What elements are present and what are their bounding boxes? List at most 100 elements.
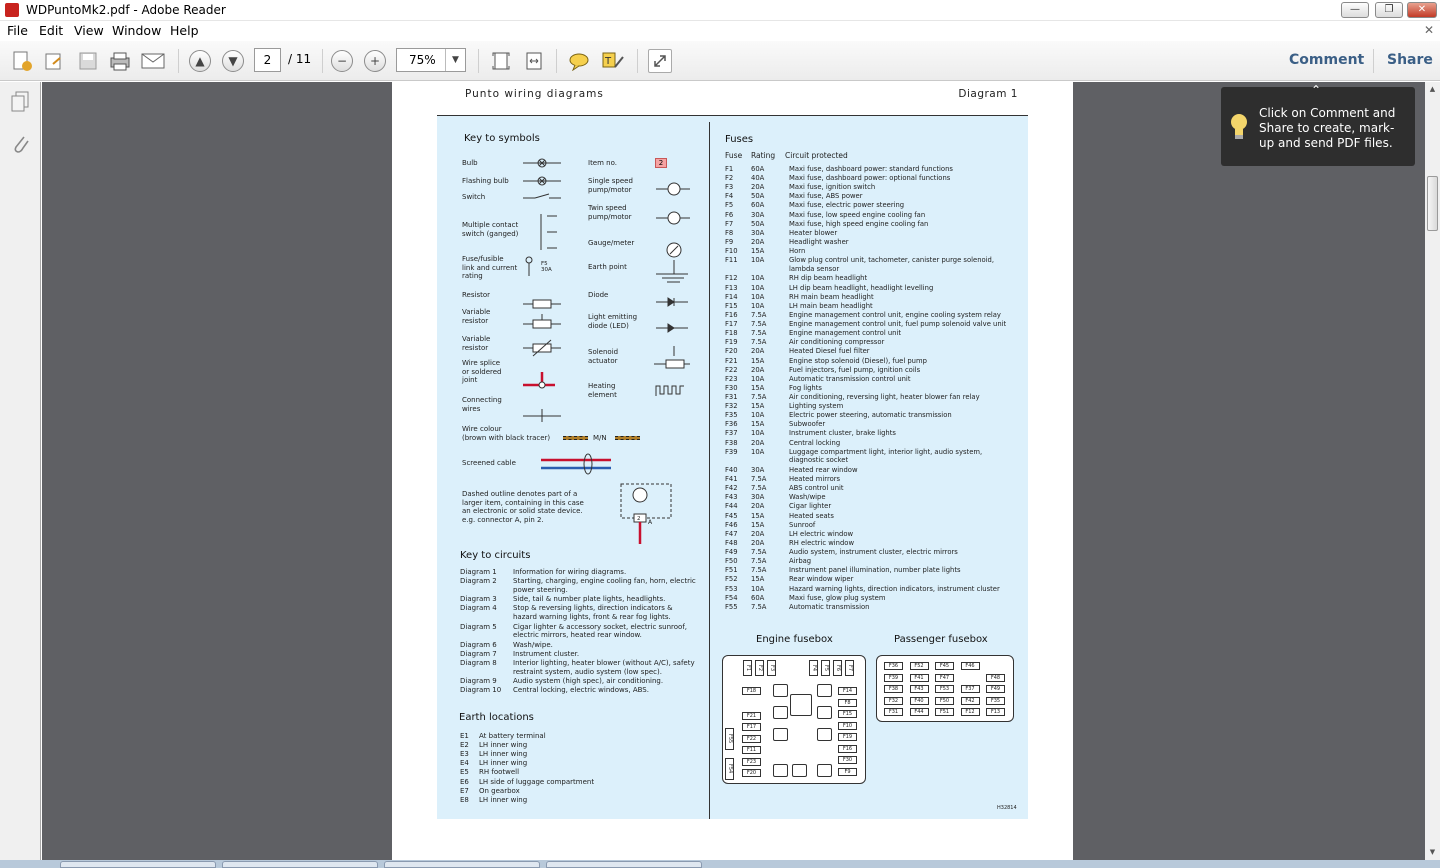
fuse-slot: F23: [742, 757, 761, 766]
fuse-row: F31 7.5A Air conditioning, reversing light…: [725, 393, 1025, 402]
create-pdf-icon[interactable]: [10, 49, 34, 73]
collapse-caret-icon[interactable]: ⌃: [1311, 83, 1321, 97]
page-total: / 11: [288, 52, 312, 66]
fuse-id: F40: [725, 465, 738, 474]
fuse-row: F52 15A Rear window wiper: [725, 575, 1025, 584]
fuse-row: F49 7.5A Audio system, instrument cluster,…: [725, 548, 1025, 557]
earth-id: E7: [460, 786, 469, 795]
fuse-circuit: RH dip beam headlight: [789, 274, 868, 283]
scroll-thumb[interactable]: [1427, 176, 1438, 231]
fuse-id: F15: [725, 301, 738, 310]
relay-socket: [773, 706, 788, 719]
symbol-label: Wire splice or soldered joint: [462, 359, 502, 385]
fuse-rating: 10A: [751, 274, 765, 283]
fuse-id: F49: [725, 548, 738, 557]
scroll-down-icon[interactable]: ▼: [1425, 845, 1440, 860]
fuse-circuit: LH main beam headlight: [789, 301, 873, 310]
attachments-icon[interactable]: [8, 132, 32, 156]
circuit-description: Information for wiring diagrams.: [513, 568, 627, 576]
symbol-glyphs-left: [523, 158, 561, 422]
fuse-rating: 50A: [751, 192, 765, 201]
fit-width-icon[interactable]: [522, 49, 546, 73]
earth-id: E6: [460, 777, 469, 786]
zoom-out-button[interactable]: −: [330, 49, 354, 73]
menu-file[interactable]: File: [7, 23, 28, 38]
symbol-label: Flashing bulb: [462, 177, 509, 185]
maximize-button[interactable]: ❐: [1375, 2, 1403, 18]
fuse-row: F2 40A Maxi fuse, dashboard power: optiona…: [725, 174, 1025, 183]
close-button[interactable]: ✕: [1407, 2, 1437, 18]
fuse-slot: F22: [742, 734, 761, 743]
next-page-button[interactable]: ▼: [221, 49, 245, 73]
earth-location: LH inner wing: [479, 795, 528, 804]
open-icon[interactable]: [42, 49, 66, 73]
zoom-in-button[interactable]: +: [363, 49, 387, 73]
column-divider: [709, 122, 710, 819]
menu-view[interactable]: View: [74, 23, 104, 38]
circuit-diagram-label: Diagram 7: [460, 649, 497, 658]
fuse-row: F35 10A Electric power steering, automatic…: [725, 411, 1025, 420]
fuse-rating: 30A: [751, 493, 765, 502]
email-icon[interactable]: [141, 49, 165, 73]
dashed-outline-note: Dashed outline denotes part of a larger …: [462, 490, 584, 524]
fuse-row: F47 20A LH electric window: [725, 530, 1025, 539]
fuse-circuit: Subwoofer: [789, 420, 826, 429]
arrow-down-icon: ▼: [222, 50, 244, 72]
fuse-rating: 15A: [751, 575, 765, 584]
previous-page-button[interactable]: ▲: [188, 49, 212, 73]
relay-socket: [817, 764, 832, 777]
fuses-title: Fuses: [725, 134, 754, 145]
read-mode-icon[interactable]: [648, 49, 672, 73]
earth-location: On gearbox: [479, 786, 520, 795]
connector-letter: A: [648, 519, 653, 526]
fuse-row: F48 20A RH electric window: [725, 539, 1025, 548]
comment-button[interactable]: Comment: [1289, 52, 1364, 68]
fuse-slot: F30: [838, 756, 857, 764]
close-document-icon[interactable]: ✕: [1424, 23, 1434, 37]
page-number-input[interactable]: 2: [254, 48, 281, 72]
circuit-diagram-label: Diagram 10: [460, 686, 502, 695]
fuse-circuit: RH main beam headlight: [789, 292, 874, 301]
fuse-id: F19: [725, 338, 738, 347]
sticky-note-icon[interactable]: [567, 49, 591, 73]
earth-location: LH inner wing: [479, 741, 528, 750]
fuse-circuit: Air conditioning, reversing light, heate…: [789, 393, 980, 401]
symbol-label: Gauge/meter: [588, 239, 635, 247]
share-button[interactable]: Share: [1387, 52, 1433, 68]
fuse-id: F1: [725, 165, 734, 173]
taskbar-button[interactable]: [384, 861, 540, 868]
circuit-diagram-label: Diagram 9: [460, 677, 497, 686]
menu-edit[interactable]: Edit: [39, 23, 63, 38]
earth-location: At battery terminal: [479, 732, 546, 740]
menu-help[interactable]: Help: [170, 23, 199, 38]
page-thumbnails-icon[interactable]: [8, 90, 32, 114]
diagram-number: Diagram 1: [958, 88, 1018, 100]
chevron-down-icon[interactable]: ▼: [445, 49, 465, 71]
fuse-id: F30: [725, 383, 738, 392]
fuse-circuit: Fog lights: [789, 383, 822, 392]
document-viewer[interactable]: Punto wiring diagrams Diagram 1 Key to s…: [42, 82, 1425, 860]
fuse-circuit: ABS control unit: [789, 484, 844, 493]
zoom-select[interactable]: 75% ▼: [396, 48, 466, 72]
highlight-text-icon[interactable]: T: [601, 49, 625, 73]
minimize-button[interactable]: —: [1341, 2, 1369, 18]
earth-id: E4: [460, 759, 469, 768]
taskbar-button[interactable]: [60, 861, 216, 868]
fuse-row: F7 50A Maxi fuse, high speed engine coolin…: [725, 220, 1025, 229]
fit-page-icon[interactable]: [489, 49, 513, 73]
fuse-id: F22: [725, 365, 738, 374]
menu-window[interactable]: Window: [112, 23, 161, 38]
taskbar-button[interactable]: [222, 861, 378, 868]
fuse-rating: 50A: [751, 219, 765, 228]
vertical-scrollbar[interactable]: ▲ ▼: [1425, 82, 1440, 860]
adobe-reader-icon: [5, 3, 19, 17]
fuse-slot: F19: [838, 733, 857, 741]
print-icon[interactable]: [108, 49, 132, 73]
fuse-rating: 20A: [751, 502, 765, 511]
fuse-rating: 7.5A: [751, 557, 767, 566]
fuse-slot: F2: [755, 660, 764, 676]
taskbar-button[interactable]: [546, 861, 702, 868]
save-icon[interactable]: [76, 49, 100, 73]
scroll-up-icon[interactable]: ▲: [1425, 82, 1440, 97]
fuse-header-circuit: Circuit protected: [785, 151, 848, 160]
